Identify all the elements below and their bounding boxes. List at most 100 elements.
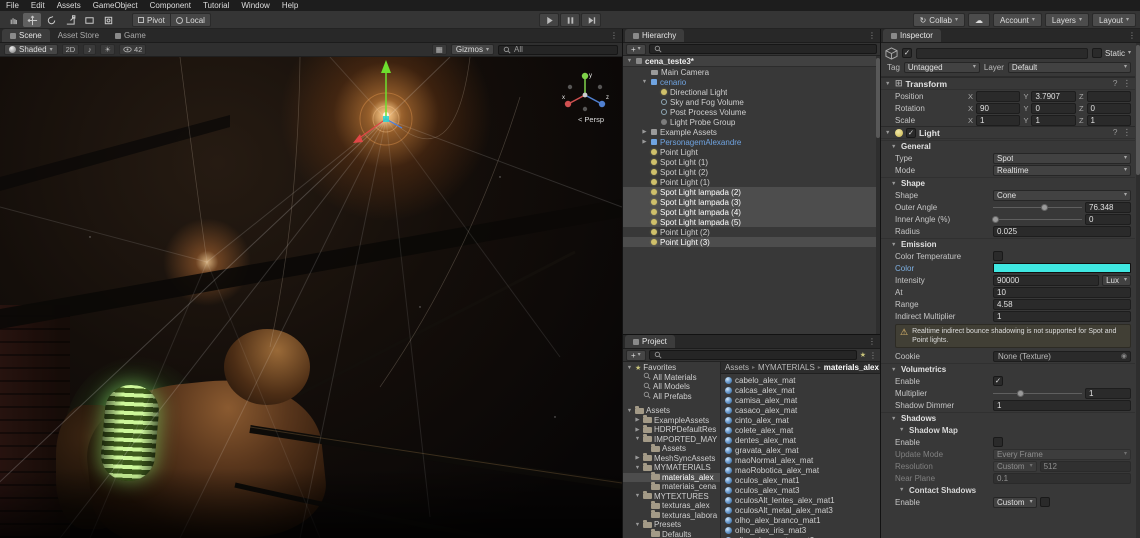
hierarchy-item[interactable]: Spot Light lampada (4)	[623, 207, 880, 217]
value-field[interactable]: 0.025	[993, 226, 1131, 237]
dropdown[interactable]: Custom▾	[993, 497, 1037, 508]
hierarchy-item[interactable]: Spot Light lampada (5)	[623, 217, 880, 227]
asset-file-item[interactable]: gravata_alex_mat	[721, 445, 880, 455]
panel-menu-icon[interactable]: ⋮	[868, 337, 876, 346]
menu-file[interactable]: File	[0, 0, 25, 11]
layers-button[interactable]: Layers▾	[1045, 13, 1089, 27]
position-x-field[interactable]	[976, 91, 1020, 102]
step-button[interactable]	[581, 13, 601, 27]
static-toggle[interactable]: Static ▾	[1092, 48, 1131, 58]
value-field[interactable]: 1	[993, 400, 1131, 411]
project-folder-item[interactable]: ▼Assets	[623, 406, 720, 416]
asset-file-item[interactable]: calcas_alex_mat	[721, 385, 880, 395]
grid-toggle[interactable]: ▦	[432, 44, 447, 55]
slider[interactable]	[993, 214, 1082, 224]
asset-file-item[interactable]: colete_alex_mat	[721, 425, 880, 435]
panel-menu-icon[interactable]: ⋮	[1128, 31, 1136, 40]
value-field[interactable]: 4.58	[993, 299, 1131, 310]
asset-file-item[interactable]: cinto_alex_mat	[721, 415, 880, 425]
rotation-z-field[interactable]: 0	[1087, 103, 1131, 114]
expand-arrow-icon[interactable]: ▼	[641, 79, 648, 85]
tag-dropdown[interactable]: Untagged▾	[904, 62, 980, 73]
position-z-field[interactable]	[1087, 91, 1131, 102]
expand-arrow-icon[interactable]: ▶	[634, 455, 641, 461]
hierarchy-item[interactable]: ▶PersonagemAlexandre	[623, 137, 880, 147]
project-folder-item[interactable]: ▼★Favorites	[623, 363, 720, 373]
tab-hierarchy[interactable]: Hierarchy	[625, 29, 684, 42]
project-folder-item[interactable]: ▶HDRPDefaultRes	[623, 425, 720, 435]
subsection-header[interactable]: ▼Contact Shadows	[881, 484, 1135, 496]
panel-menu-icon[interactable]: ⋮	[610, 31, 618, 40]
project-folder-item[interactable]: All Models	[623, 382, 720, 392]
dropdown[interactable]: Cone▾	[993, 190, 1131, 201]
expand-arrow-icon[interactable]: ▶	[641, 129, 648, 135]
asset-file-item[interactable]: olho_alex_iris_mat3	[721, 525, 880, 535]
position-y-field[interactable]: 3.7907	[1031, 91, 1075, 102]
value-field[interactable]: 10	[993, 287, 1131, 298]
hierarchy-item[interactable]: Main Camera	[623, 67, 880, 77]
section-header-shadows[interactable]: ▼Shadows	[881, 412, 1135, 424]
section-header-shape[interactable]: ▼Shape	[881, 177, 1135, 189]
tab-project[interactable]: Project	[625, 335, 675, 348]
rotate-tool-button[interactable]	[42, 13, 60, 27]
expand-arrow-icon[interactable]: ▼	[634, 465, 641, 471]
pause-button[interactable]	[560, 13, 580, 27]
collab-button[interactable]: ↻Collab▾	[913, 13, 965, 27]
expand-arrow-icon[interactable]: ▼	[626, 58, 633, 64]
hierarchy-item[interactable]: Point Light (1)	[623, 177, 880, 187]
create-asset-button[interactable]: +▾	[626, 350, 646, 361]
checkbox[interactable]	[993, 437, 1003, 447]
scale-tool-button[interactable]	[61, 13, 79, 27]
asset-file-item[interactable]: maoNormal_alex_mat	[721, 455, 880, 465]
orientation-gizmo[interactable]: x y z	[560, 69, 612, 115]
checkbox[interactable]	[993, 251, 1003, 261]
2d-toggle[interactable]: 2D	[62, 44, 80, 55]
dropdown[interactable]: Realtime▾	[993, 165, 1131, 176]
value-field[interactable]: 1	[993, 311, 1131, 322]
foldout-arrow-icon[interactable]: ▼	[891, 181, 898, 187]
transform-component-header[interactable]: ▼ ⊞ Transform ?⋮	[881, 77, 1135, 90]
lighting-toggle[interactable]: ☀	[100, 44, 115, 55]
scale-z-field[interactable]: 1	[1087, 115, 1131, 126]
hand-tool-button[interactable]	[4, 13, 22, 27]
help-icon[interactable]: ?	[1113, 78, 1118, 89]
light-component-header[interactable]: ▼ ✓ Light ?⋮	[881, 126, 1135, 139]
section-header-volumetrics[interactable]: ▼Volumetrics	[881, 363, 1135, 375]
local-toggle[interactable]: Local	[171, 13, 211, 27]
asset-file-item[interactable]: olho_alex_branco_mat1	[721, 515, 880, 525]
project-folder-item[interactable]: ▼MYMATERIALS	[623, 463, 720, 473]
menu-component[interactable]: Component	[144, 0, 197, 11]
expand-arrow-icon[interactable]: ▼	[626, 408, 633, 414]
transform-tool-button[interactable]	[99, 13, 117, 27]
section-header-general[interactable]: ▼General	[881, 140, 1135, 152]
tab-asset-store[interactable]: Asset Store	[50, 29, 107, 42]
asset-file-item[interactable]: oculos_alex_mat1	[721, 475, 880, 485]
menu-gameobject[interactable]: GameObject	[87, 0, 144, 11]
asset-file-item[interactable]: casaco_alex_mat	[721, 405, 880, 415]
subsection-header[interactable]: ▼Shadow Map	[881, 424, 1135, 436]
hierarchy-item[interactable]: Spot Light (1)	[623, 157, 880, 167]
asset-file-item[interactable]: camisa_alex_mat	[721, 395, 880, 405]
hierarchy-item[interactable]: Spot Light (2)	[623, 167, 880, 177]
pivot-toggle[interactable]: Pivot	[132, 13, 171, 27]
light-enabled-checkbox[interactable]: ✓	[906, 128, 916, 138]
expand-arrow-icon[interactable]: ▼	[634, 522, 641, 528]
dropdown[interactable]: Every Frame▾	[993, 449, 1131, 460]
foldout-arrow-icon[interactable]: ▼	[891, 367, 898, 373]
expand-arrow-icon[interactable]: ▶	[641, 139, 648, 145]
asset-file-item[interactable]: maoRobotica_alex_mat	[721, 465, 880, 475]
play-button[interactable]	[539, 13, 559, 27]
hierarchy-item[interactable]: Sky and Fog Volume	[623, 97, 880, 107]
asset-file-item[interactable]: oculosAlt_lentes_alex_mat1	[721, 495, 880, 505]
panel-menu-icon[interactable]: ⋮	[868, 31, 876, 40]
scene-root-item[interactable]: ▼ cena_teste3*	[623, 56, 880, 67]
project-folder-item[interactable]: Assets	[623, 444, 720, 454]
gameobject-enabled-checkbox[interactable]: ✓	[902, 48, 912, 58]
asset-file-item[interactable]: dentes_alex_mat	[721, 435, 880, 445]
breadcrumb-segment[interactable]: materials_alex	[824, 363, 879, 372]
project-folder-item[interactable]: texturas_labora	[623, 511, 720, 521]
tab-scene[interactable]: Scene	[2, 29, 50, 42]
hierarchy-item[interactable]: ▼cenario	[623, 77, 880, 87]
asset-file-item[interactable]: oculosAlt_metal_alex_mat3	[721, 505, 880, 515]
project-folder-item[interactable]: materials_alex	[623, 473, 720, 483]
